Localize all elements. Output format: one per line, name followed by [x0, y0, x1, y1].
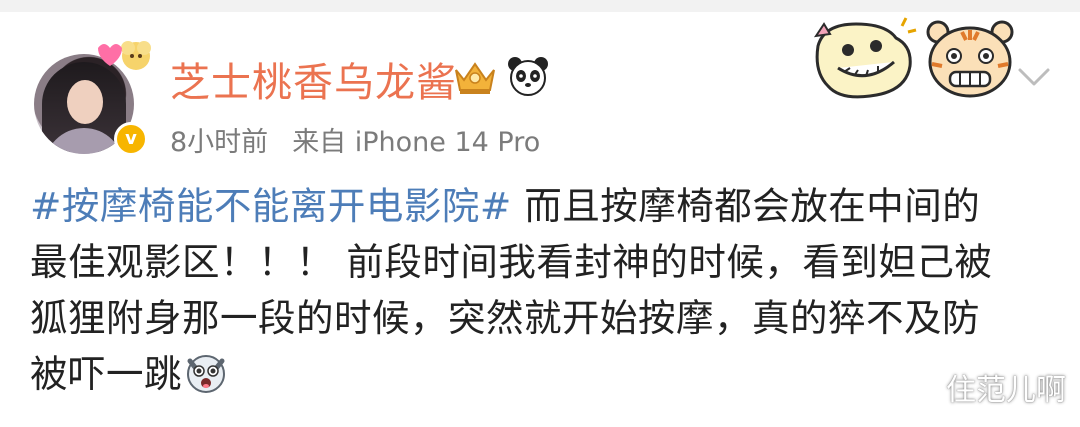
- post-body: #按摩椅能不能离开电影院# 而且按摩椅都会放在中间的 最佳观影区！！！ 前段时间…: [30, 178, 1040, 402]
- tiger-sticker[interactable]: [924, 18, 1016, 100]
- post-time: 8小时前: [170, 127, 269, 158]
- username[interactable]: 芝士桃香乌龙酱: [170, 50, 457, 108]
- hashtag-link[interactable]: #按摩椅能不能离开电影院#: [30, 184, 512, 228]
- post-source[interactable]: 来自 iPhone 14 Pro: [292, 127, 540, 158]
- avatar[interactable]: v: [28, 36, 158, 166]
- post-text-line: 被吓一跳: [30, 352, 182, 396]
- verified-badge-icon: v: [114, 122, 148, 156]
- post-text-line: 而且按摩椅都会放在中间的: [511, 184, 981, 228]
- crown-icon[interactable]: [452, 56, 498, 96]
- dog-emoji-icon: [187, 355, 225, 393]
- avatar-pendant-icon: [98, 41, 151, 70]
- post-text-line: 狐狸附身那一段的时候，突然就开始按摩，真的猝不及防: [30, 296, 980, 340]
- dragon-sticker[interactable]: [808, 16, 918, 100]
- watermark: 住范儿啊: [946, 373, 1066, 408]
- chevron-down-icon[interactable]: [1016, 64, 1052, 88]
- post-meta: 8小时前 来自 iPhone 14 Pro: [170, 120, 540, 159]
- top-divider: [0, 0, 1080, 12]
- panda-icon[interactable]: [506, 54, 550, 98]
- post-text-line: 最佳观影区！！！ 前段时间我看封神的时候，看到妲己被: [30, 240, 993, 284]
